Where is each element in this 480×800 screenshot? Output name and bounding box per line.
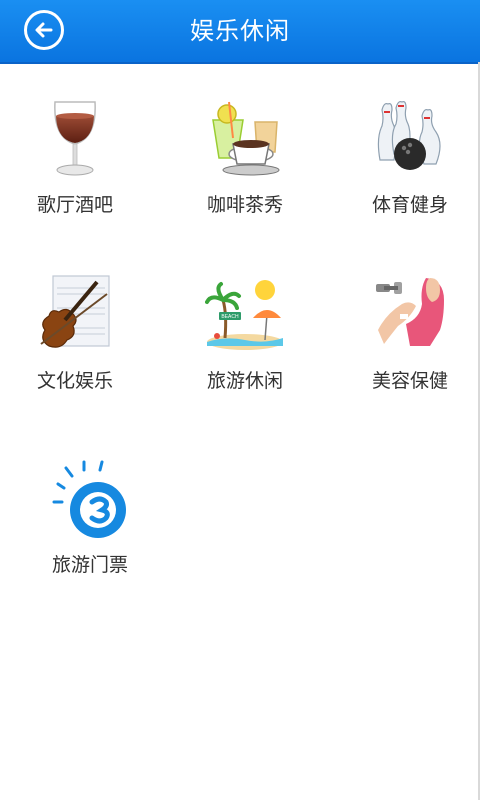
category-tile-ktv-bar[interactable]: 歌厅酒吧: [0, 98, 150, 248]
beach-sign-text: BEACH: [221, 314, 239, 320]
page-title: 娱乐休闲: [190, 17, 290, 45]
category-label: 旅游休闲: [206, 370, 283, 392]
fitness-woman-icon: [376, 278, 444, 346]
category-label: 歌厅酒吧: [36, 194, 113, 216]
category-tile-culture[interactable]: 文化娱乐: [0, 274, 150, 424]
category-tile-sports-fitness[interactable]: 体育健身: [335, 98, 480, 248]
category-tile-tickets[interactable]: 旅游门票: [15, 458, 165, 608]
beach-icon: BEACH: [205, 280, 283, 350]
category-tile-travel-leisure[interactable]: BEACH 旅游休闲: [170, 274, 320, 424]
bowling-icon: [377, 101, 441, 170]
ticket-logo-icon: [52, 460, 126, 538]
top-bar: 娱乐休闲: [0, 0, 480, 64]
coffee-drinks-icon: [212, 101, 280, 176]
category-tile-beauty-health[interactable]: 美容保健: [335, 274, 480, 424]
category-label: 咖啡茶秀: [206, 194, 283, 216]
category-tile-coffee-tea[interactable]: 咖啡茶秀: [170, 98, 320, 248]
violin-icon: [40, 275, 110, 348]
category-label: 文化娱乐: [36, 370, 113, 392]
category-label: 美容保健: [371, 370, 448, 392]
category-label: 体育健身: [371, 194, 448, 216]
wine-glass-icon: [54, 101, 96, 176]
category-label: 旅游门票: [51, 554, 128, 576]
